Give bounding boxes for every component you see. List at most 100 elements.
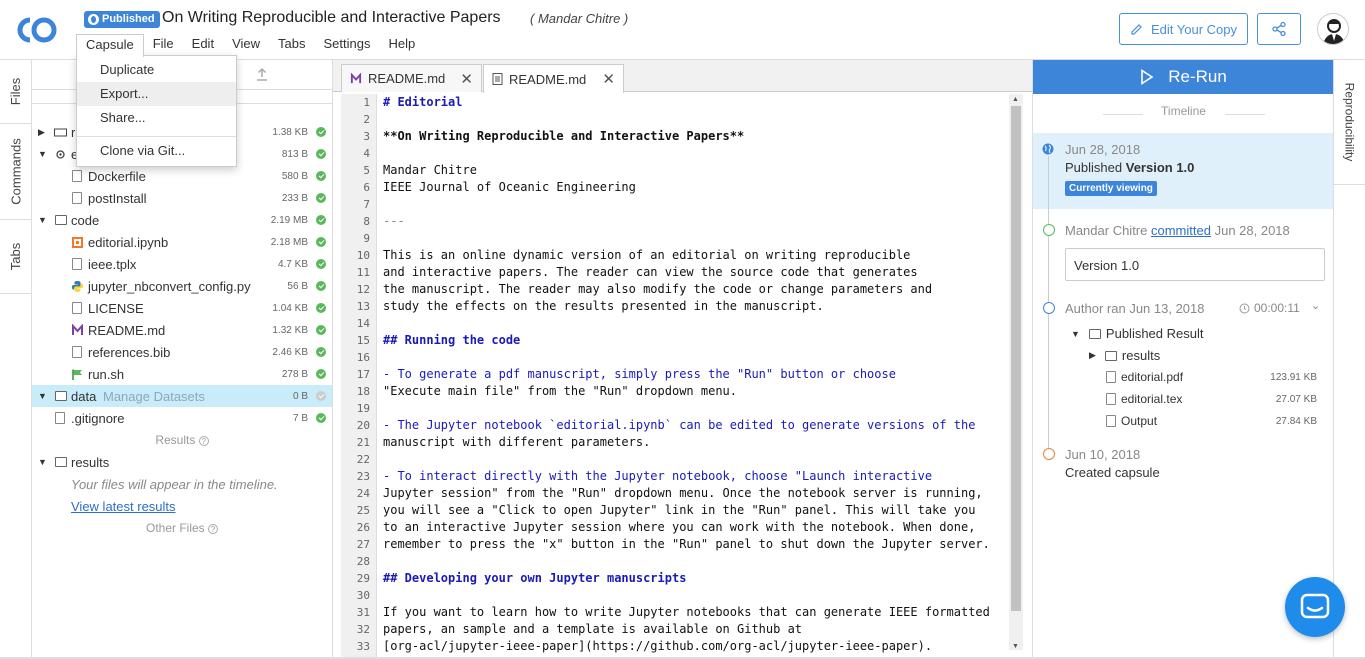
line-number: 33 — [356, 640, 370, 653]
tree-row-license[interactable]: LICENSE 1.04 KB — [32, 297, 332, 319]
menu-file[interactable]: File — [144, 34, 183, 56]
tree-row-run-sh[interactable]: run.sh 278 B — [32, 363, 332, 385]
code-line: If you want to learn how to write Jupyte… — [383, 605, 990, 619]
menu-item-duplicate[interactable]: Duplicate — [77, 58, 236, 82]
line-number-gutter: 1 2 3 4 5 6 7 8 9 10 11 12 13 14 15 16 17 18 19 20 21 22 23 24 2… — [341, 94, 377, 659]
top-bar: Published On Writing Reproducible and In… — [0, 0, 1365, 60]
synced-check-icon — [316, 369, 326, 379]
tab-reproducibility[interactable]: Reproducibility — [1334, 60, 1365, 185]
gear-icon — [56, 149, 65, 159]
committed-link[interactable]: committed — [1151, 223, 1211, 238]
tree-row-results[interactable]: ▼ results — [32, 451, 332, 473]
editor-tab-readme-1[interactable]: README.md ✕ — [341, 64, 482, 92]
collapse-arrow-icon[interactable]: ▼ — [38, 149, 47, 159]
result-file-row[interactable]: editorial.tex — [1106, 392, 1182, 406]
menu-settings[interactable]: Settings — [314, 34, 379, 56]
re-run-button[interactable]: Re-Run — [1033, 60, 1334, 94]
code-line: - To generate a pdf manuscript, simply p… — [383, 367, 896, 381]
capsule-author: ( Mandar Chitre ) — [530, 11, 629, 26]
tree-row-gitignore[interactable]: .gitignore 7 B — [32, 407, 332, 429]
published-result-row[interactable]: ▼ Published Result — [1071, 326, 1203, 341]
code-line: Mandar Chitre — [383, 163, 477, 177]
synced-check-icon — [316, 149, 326, 159]
menu-item-export[interactable]: Export... — [77, 82, 236, 106]
synced-check-icon — [316, 281, 326, 291]
results-row[interactable]: ▶ results — [1089, 348, 1160, 363]
close-tab-icon[interactable]: ✕ — [602, 70, 615, 88]
tree-row-data[interactable]: ▼ data Manage Datasets 0 B — [32, 385, 332, 407]
result-file-row[interactable]: editorial.pdf — [1106, 370, 1183, 384]
result-file-row[interactable]: Output — [1106, 414, 1157, 428]
synced-check-icon — [316, 347, 326, 357]
scroll-down-icon[interactable]: ▼ — [1012, 643, 1019, 650]
tree-row-postinstall[interactable]: postInstall 233 B — [32, 187, 332, 209]
codeocean-logo-icon[interactable] — [14, 14, 62, 46]
menu-capsule[interactable]: Capsule — [76, 34, 144, 57]
clock-icon — [1239, 303, 1250, 313]
folder-icon — [1104, 350, 1117, 361]
view-latest-results-link[interactable]: View latest results — [32, 495, 332, 517]
tree-row-code[interactable]: ▼ code 2.19 MB — [32, 209, 332, 231]
tab-tabs[interactable]: Tabs — [0, 220, 32, 294]
editor-tab-readme-2[interactable]: README.md ✕ — [483, 64, 624, 93]
collapse-arrow-icon[interactable]: ▼ — [38, 391, 47, 401]
manage-datasets-link[interactable]: Manage Datasets — [103, 389, 205, 404]
code-line: - To interact directly with the Jupyter … — [383, 469, 933, 483]
file-icon — [1106, 393, 1116, 405]
menu-item-clone-via-git[interactable]: Clone via Git... — [77, 139, 236, 163]
line-number: 3 — [363, 130, 370, 143]
chevron-down-icon[interactable]: ⌄ — [1311, 299, 1320, 312]
menu-edit[interactable]: Edit — [183, 34, 223, 56]
upload-icon[interactable] — [256, 67, 268, 81]
vertical-scrollbar[interactable]: ▲ ▼ — [1009, 94, 1023, 650]
line-number: 31 — [356, 606, 370, 619]
tree-row-ieee-tplx[interactable]: ieee.tplx 4.7 KB — [32, 253, 332, 275]
tab-files[interactable]: Files — [0, 60, 32, 124]
help-icon[interactable]: ? — [208, 524, 219, 534]
line-number: 27 — [356, 538, 370, 551]
scroll-up-icon[interactable]: ▲ — [1012, 96, 1019, 103]
tree-row-references-bib[interactable]: references.bib 2.46 KB — [32, 341, 332, 363]
edit-your-copy-button[interactable]: Edit Your Copy — [1119, 13, 1248, 45]
folder-icon — [55, 457, 67, 467]
chat-support-button[interactable] — [1285, 577, 1345, 637]
code-line: you will see a "Click to open Jupyter" l… — [383, 503, 976, 517]
chat-icon — [1300, 593, 1330, 619]
tree-row-dockerfile[interactable]: Dockerfile 580 B — [32, 165, 332, 187]
menu-item-share[interactable]: Share... — [77, 106, 236, 130]
code-line: and interactive papers. The reader can v… — [383, 265, 918, 279]
line-number: 25 — [356, 504, 370, 517]
menu-view[interactable]: View — [223, 34, 269, 56]
capsule-title: On Writing Reproducible and Interactive … — [162, 9, 501, 26]
published-badge: Published — [84, 11, 160, 28]
code-line: This is an online dynamic version of an … — [383, 248, 911, 262]
code-line: ## Running the code — [383, 333, 521, 347]
user-avatar[interactable] — [1317, 13, 1349, 45]
line-number: 13 — [356, 300, 370, 313]
help-icon[interactable]: ? — [198, 436, 209, 446]
file-icon — [1106, 371, 1116, 383]
tree-row-readme[interactable]: README.md 1.32 KB — [32, 319, 332, 341]
line-number: 20 — [356, 419, 370, 432]
menu-bar: Capsule File Edit View Tabs Settings Hel… — [76, 34, 424, 57]
expand-arrow-icon[interactable]: ▶ — [1089, 350, 1096, 361]
collapse-arrow-icon[interactable]: ▼ — [38, 215, 47, 225]
timeline-label: Timeline — [1161, 104, 1206, 118]
line-number: 17 — [356, 368, 370, 381]
scrollbar-thumb[interactable] — [1011, 106, 1021, 611]
file-icon — [72, 170, 82, 182]
expand-arrow-icon[interactable]: ▶ — [38, 127, 45, 138]
close-tab-icon[interactable]: ✕ — [460, 70, 473, 88]
menu-tabs[interactable]: Tabs — [269, 34, 314, 56]
tree-row-nbconvert-config[interactable]: jupyter_nbconvert_config.py 56 B — [32, 275, 332, 297]
line-number: 7 — [363, 198, 370, 211]
collapse-arrow-icon[interactable]: ▼ — [38, 457, 47, 467]
share-button[interactable] — [1257, 13, 1301, 45]
tab-commands[interactable]: Commands — [0, 124, 32, 220]
tree-row-editorial-ipynb[interactable]: editorial.ipynb 2.18 MB — [32, 231, 332, 253]
code-line: ## Developing your own Jupyter manuscrip… — [383, 571, 687, 585]
menu-help[interactable]: Help — [379, 34, 424, 56]
line-number: 15 — [356, 334, 370, 347]
collapse-arrow-icon[interactable]: ▼ — [1071, 329, 1080, 339]
run-dot-icon — [1043, 302, 1055, 314]
